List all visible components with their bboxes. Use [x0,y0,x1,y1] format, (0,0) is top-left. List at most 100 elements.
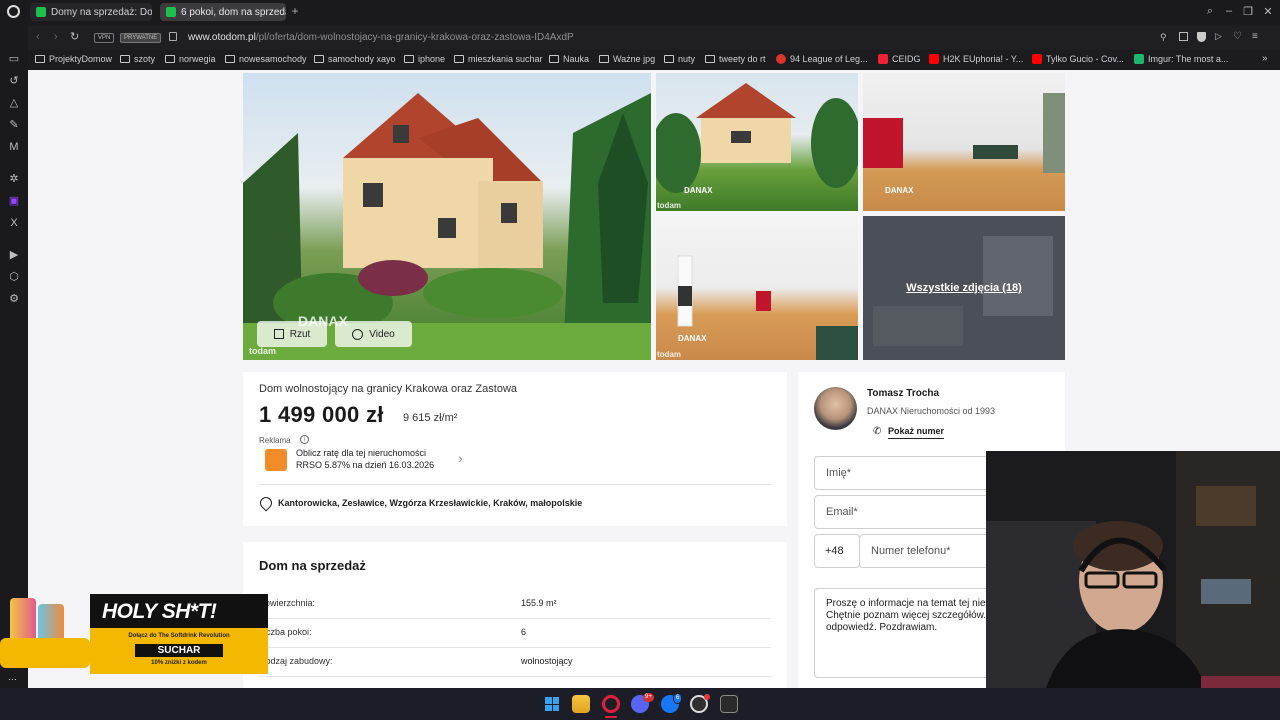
heart-icon[interactable]: ♡ [1233,31,1242,42]
vpn-badge[interactable]: VPN [94,33,115,43]
snapshot-icon[interactable] [1179,32,1188,41]
more-options-icon[interactable]: ⋯ [8,674,17,685]
thumbnail-kitchen[interactable]: DANAX [863,73,1065,211]
lock-icon[interactable] [169,32,177,41]
bookmark-link[interactable]: CEIDG [878,54,921,64]
file-explorer-icon[interactable] [572,695,590,713]
active-app-indicator [605,716,617,718]
detail-row: Liczba pokoi: 6 [259,619,771,648]
shield-icon[interactable] [1197,32,1206,42]
history-icon[interactable]: ↺ [7,74,21,88]
url-field[interactable]: www.otodom.pl/pl/oferta/dom-wolnostojacy… [188,32,574,43]
price-per-m2: 9 615 zł/m² [403,412,458,424]
loan-line-2: RRSO 5.87% na dzień 16.03.2026 [296,460,435,470]
phone-icon: ✆ [873,426,882,437]
reload-icon[interactable]: ↻ [70,30,79,43]
pin-icon[interactable]: ⚲ [1160,32,1167,43]
show-number-link[interactable]: Pokaż numer [888,426,945,439]
twitch-icon[interactable]: ▣ [7,194,21,208]
search-icon[interactable]: ⌕ [1203,5,1217,18]
bookmark-folder[interactable]: tweety do rt [705,54,766,64]
listing-summary-card: Dom wolnostojący na granicy Krakowa oraz… [243,372,787,526]
new-tab-plus-icon[interactable]: + [289,5,301,17]
divider [259,484,771,485]
avatar [814,387,857,430]
all-photos-link[interactable]: Wszystkie zdjęcia (18) [863,282,1065,294]
detail-value: 155.9 m² [521,598,557,608]
windows-start-icon[interactable] [543,695,561,713]
bookmark-folder[interactable]: Ważne jpg [599,54,655,64]
bookmark-link[interactable]: Imgur: The most a... [1134,54,1228,64]
x-icon[interactable]: X [7,216,21,230]
promo-brand: SUCHAR [135,644,223,657]
info-icon[interactable]: i [300,435,309,444]
danax-watermark: DANAX [885,186,914,195]
folder-icon [599,55,609,63]
opera-browser-icon[interactable] [602,695,620,713]
aria-icon[interactable]: △ [7,96,21,110]
bookmark-folder[interactable]: nowesamochody [225,54,307,64]
floor-plan-button[interactable]: Rzut [257,321,327,347]
tab-domy-na-sprzedaz[interactable]: Domy na sprzedaż: Dojazd [30,3,152,21]
wallet-icon[interactable]: ▭ [7,52,21,66]
bookmark-folder[interactable]: szoty [120,54,155,64]
chatgpt-icon[interactable]: ✲ [7,172,21,186]
thumbnail-living-room[interactable]: DANAX todam [656,216,858,360]
settings-gear-icon[interactable]: ⚙ [7,292,21,306]
detail-key: Rodzaj zabudowy: [259,656,333,666]
thumbnail-exterior[interactable]: DANAX todam [656,73,858,211]
notes-icon[interactable]: ✎ [7,118,21,132]
tab-active-listing[interactable]: 6 pokoi, dom na sprzedaż [160,3,286,21]
folder-icon [120,55,130,63]
otodom-watermark: todam [657,350,681,359]
detail-row: Powierzchnia: 155.9 m² [259,590,771,619]
opera-logo-icon[interactable] [7,5,20,18]
video-button[interactable]: Video [335,321,412,347]
gmail-icon[interactable]: M [7,140,21,154]
bookmark-folder[interactable]: norwegia [165,54,216,64]
promo-banner: HOLY SH*T! Dołącz do The Softdrink Revol… [0,590,270,674]
close-icon[interactable]: ✕ [1261,5,1275,18]
listing-location[interactable]: Kantorowicka, Zesławice, Wzgórza Krzesła… [278,498,582,508]
menu-icon[interactable]: ≡ [1252,31,1258,42]
facebook-badge: 6 [673,693,683,704]
send-icon[interactable]: ▷ [1215,31,1222,42]
bookmark-link[interactable]: H2K EUphoria! - Y... [929,54,1023,64]
player-icon[interactable]: ▶ [7,248,21,262]
youtube-icon [929,54,939,64]
otodom-favicon-icon [166,7,176,17]
danax-watermark: DANAX [684,186,713,195]
bank-logo-icon [265,449,287,471]
back-icon[interactable]: ‹ [36,31,40,43]
agency-name: DANAX Nieruchomości od 1993 [867,406,996,416]
folder-icon [165,55,175,63]
bookmarks-overflow-icon[interactable]: » [1262,53,1268,64]
restore-icon[interactable]: ❐ [1241,5,1255,18]
folder-icon [35,55,45,63]
ad-label: Reklama [259,436,291,445]
forward-icon[interactable]: › [54,31,58,43]
detail-row: Rodzaj zabudowy: wolnostojący [259,648,771,677]
loan-calculator-link[interactable]: Oblicz ratę dla tej nieruchomości RRSO 5… [265,447,475,473]
details-heading: Dom na sprzedaż [259,558,366,573]
bookmark-folder[interactable]: samochody xayo [314,54,396,64]
all-photos-tile[interactable]: Wszystkie zdjęcia (18) [863,216,1065,360]
bookmark-folder[interactable]: iphone [404,54,445,64]
imgur-icon [1134,54,1144,64]
extensions-icon[interactable]: ⬡ [7,270,21,284]
bookmark-folder[interactable]: mieszkania suchar [454,54,543,64]
terminal-icon[interactable] [720,695,738,713]
listing-title: Dom wolnostojący na granicy Krakowa oraz… [259,383,518,395]
bookmark-folder[interactable]: Nauka [549,54,589,64]
folder-icon [664,55,674,63]
promo-discount: 10% zniżki z kodem [151,660,207,666]
main-photo[interactable]: todam DANAX Rzut Video [243,73,651,360]
folder-icon [225,55,235,63]
bookmark-link[interactable]: Tylko Gucio - Cov... [1032,54,1124,64]
minimize-icon[interactable]: – [1222,5,1236,17]
folder-icon [549,55,559,63]
bookmark-folder[interactable]: nuty [664,54,695,64]
bookmark-folder[interactable]: ProjektyDomow [35,54,112,64]
country-code-select[interactable]: +48 [814,534,860,568]
bookmark-link[interactable]: 94 League of Leg... [776,54,868,64]
